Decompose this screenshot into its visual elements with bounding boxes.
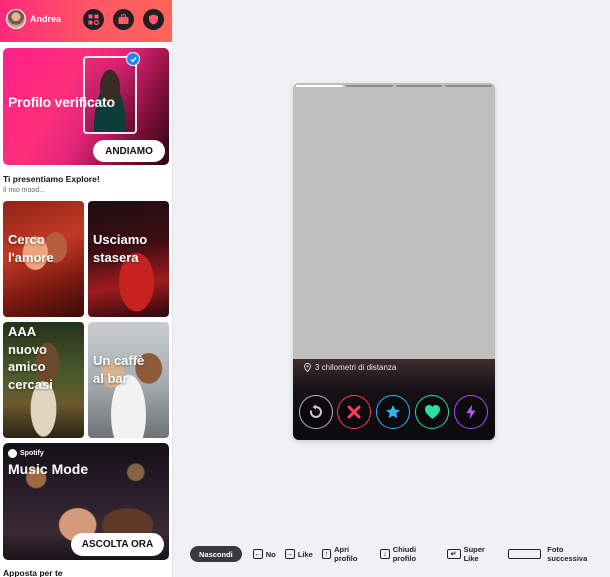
super-like-button[interactable] [376, 395, 410, 429]
arrow-down-key-icon: ↓ [380, 549, 390, 559]
explore-icon [88, 14, 99, 25]
verified-check-icon [126, 52, 140, 66]
explore-tile-usciamo-stasera[interactable]: Usciamo stasera [88, 201, 169, 317]
nope-button[interactable] [337, 395, 371, 429]
sidebar: Andrea Profilo verificato ANDIAMO Ti pre… [0, 0, 173, 577]
section-title-apposta: Apposta per te [3, 568, 63, 577]
heart-icon [424, 405, 440, 419]
shortcut-super-like: ↵ Super Like [446, 545, 499, 563]
location-pin-icon [304, 363, 311, 372]
space-key-icon [507, 549, 542, 559]
spotify-icon [8, 449, 17, 458]
rewind-icon [309, 404, 322, 418]
close-icon [347, 405, 361, 419]
lightning-icon [466, 404, 476, 420]
safety-shield-icon [149, 14, 158, 25]
enter-key-icon: ↵ [446, 549, 461, 559]
avatar[interactable] [6, 9, 26, 29]
hide-shortcuts-button[interactable]: Nascondi [190, 546, 242, 562]
explore-title: Ti presentiamo Explore! [3, 174, 100, 184]
photo-progress-bar [345, 85, 393, 87]
work-icon [118, 14, 129, 24]
profile-card[interactable]: 3 chilometri di distanza [293, 83, 495, 440]
safety-button[interactable] [143, 9, 164, 30]
arrow-left-key-icon: ← [252, 549, 263, 559]
star-icon [386, 405, 400, 419]
shortcut-no: ← No [252, 549, 276, 559]
shortcut-close-profile: ↓ Chiudi profilo [380, 545, 437, 563]
verified-card-title: Profilo verificato [8, 94, 115, 110]
boost-button[interactable] [454, 395, 488, 429]
ascolta-ora-button[interactable]: ASCOLTA ORA [71, 533, 164, 556]
photo-progress-bar [395, 85, 443, 87]
tile-label: Usciamo stasera [93, 232, 148, 265]
explore-subtitle: Il mio mood... [3, 187, 46, 194]
keyboard-shortcuts-bar: Nascondi ← No → Like ↑ Apri profilo ↓ Chiudi… [190, 545, 610, 563]
photo-progress-bar [296, 85, 343, 87]
shortcut-open-profile: ↑ Apri profilo [321, 545, 372, 563]
shortcut-next-photo: Foto successiva [507, 545, 601, 563]
photo-progress-bars [296, 85, 492, 87]
like-button[interactable] [415, 395, 449, 429]
arrow-right-key-icon: → [284, 549, 295, 559]
photo-progress-bar [445, 85, 492, 87]
rewind-button[interactable] [299, 395, 333, 429]
shortcut-like: → Like [284, 549, 313, 559]
tile-label: Cerco l'amore [8, 232, 54, 265]
work-button[interactable] [113, 9, 134, 30]
music-mode-title: Music Mode [8, 461, 89, 477]
andiamo-button[interactable]: ANDIAMO [93, 140, 165, 162]
tile-label: Un caffè al bar [93, 353, 145, 386]
explore-tile-caffe[interactable]: Un caffè al bar [88, 322, 169, 438]
profile-photo[interactable] [293, 83, 495, 365]
sidebar-header: Andrea [0, 0, 172, 42]
tile-label: AAA nuovo amico cercasi [8, 324, 53, 392]
explore-button[interactable] [83, 9, 104, 30]
explore-tile-cerco-amore[interactable]: Cerco l'amore [3, 201, 84, 317]
arrow-up-key-icon: ↑ [321, 549, 332, 559]
explore-tile-nuovo-amico[interactable]: AAA nuovo amico cercasi [3, 322, 84, 438]
distance-text: 3 chilometri di distanza [315, 363, 397, 372]
distance-info: 3 chilometri di distanza [304, 363, 396, 372]
username[interactable]: Andrea [30, 14, 61, 24]
spotify-logo: Spotify [8, 449, 44, 458]
